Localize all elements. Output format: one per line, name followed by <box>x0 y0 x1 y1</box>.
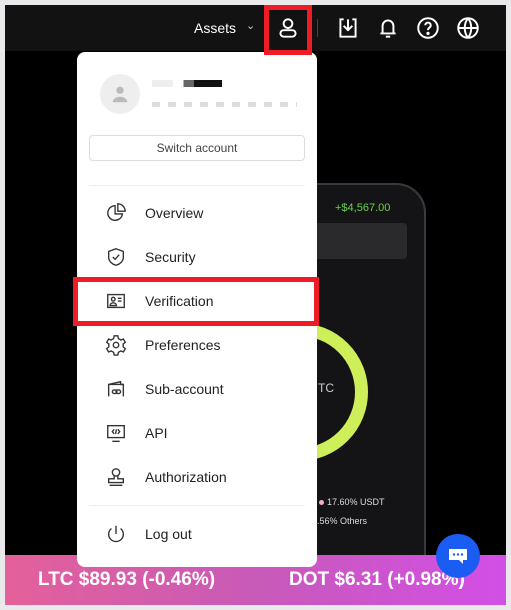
legend-item: 17.60% USDT <box>319 497 385 507</box>
divider <box>317 19 318 37</box>
chat-icon <box>449 549 467 564</box>
chat-button[interactable] <box>436 534 480 578</box>
divider <box>89 505 305 506</box>
donut-label: TC <box>318 381 334 395</box>
menu-item-authorization[interactable]: Authorization <box>77 457 317 497</box>
username-redacted <box>152 80 222 87</box>
globe-icon[interactable] <box>455 15 481 41</box>
stamp-icon <box>105 466 127 488</box>
gear-icon <box>105 334 127 356</box>
monitor-code-icon <box>105 422 127 444</box>
uid-redacted <box>152 102 297 107</box>
menu-item-label: Preferences <box>145 337 221 353</box>
divider <box>89 185 305 186</box>
phone-bar <box>305 223 407 259</box>
highlight-box-user <box>264 5 312 55</box>
menu-item-label: Security <box>145 249 196 265</box>
download-icon[interactable] <box>335 15 361 41</box>
chevron-down-icon[interactable]: ⌄ <box>246 19 255 32</box>
menu-item-label: Overview <box>145 205 204 221</box>
menu-item-label: Authorization <box>145 469 227 485</box>
switch-account-button[interactable]: Switch account <box>89 135 305 161</box>
menu-item-security[interactable]: Security <box>77 237 317 277</box>
menu-item-api[interactable]: API <box>77 413 317 453</box>
top-nav: Assets ⌄ <box>5 5 506 51</box>
ticker-ltc[interactable]: LTC $89.93 (-0.46%) <box>38 569 215 591</box>
pie-chart-icon <box>105 202 127 224</box>
help-icon[interactable] <box>415 15 441 41</box>
power-icon <box>105 523 127 545</box>
pnl-value: +$4,567.00 <box>335 202 391 214</box>
legend-item: .56% Others <box>317 516 368 526</box>
logout-button[interactable]: Log out <box>77 514 317 554</box>
shield-check-icon <box>105 246 127 268</box>
legend-text: 17.60% USDT <box>327 497 385 507</box>
highlight-box-verification <box>73 277 319 326</box>
menu-item-overview[interactable]: Overview <box>77 193 317 233</box>
wallet-link-icon <box>105 378 127 400</box>
menu-item-sub-account[interactable]: Sub-account <box>77 369 317 409</box>
menu-item-preferences[interactable]: Preferences <box>77 325 317 365</box>
avatar <box>100 74 140 114</box>
menu-item-label: API <box>145 425 168 441</box>
logout-label: Log out <box>145 526 192 542</box>
bell-icon[interactable] <box>375 15 401 41</box>
assets-menu[interactable]: Assets <box>194 20 236 36</box>
screen: Assets ⌄ +$4,567.00 TC 17.60% USDT .56% … <box>5 5 506 605</box>
menu-item-label: Sub-account <box>145 381 224 397</box>
ticker-dot[interactable]: DOT $6.31 (+0.98%) <box>289 569 465 591</box>
